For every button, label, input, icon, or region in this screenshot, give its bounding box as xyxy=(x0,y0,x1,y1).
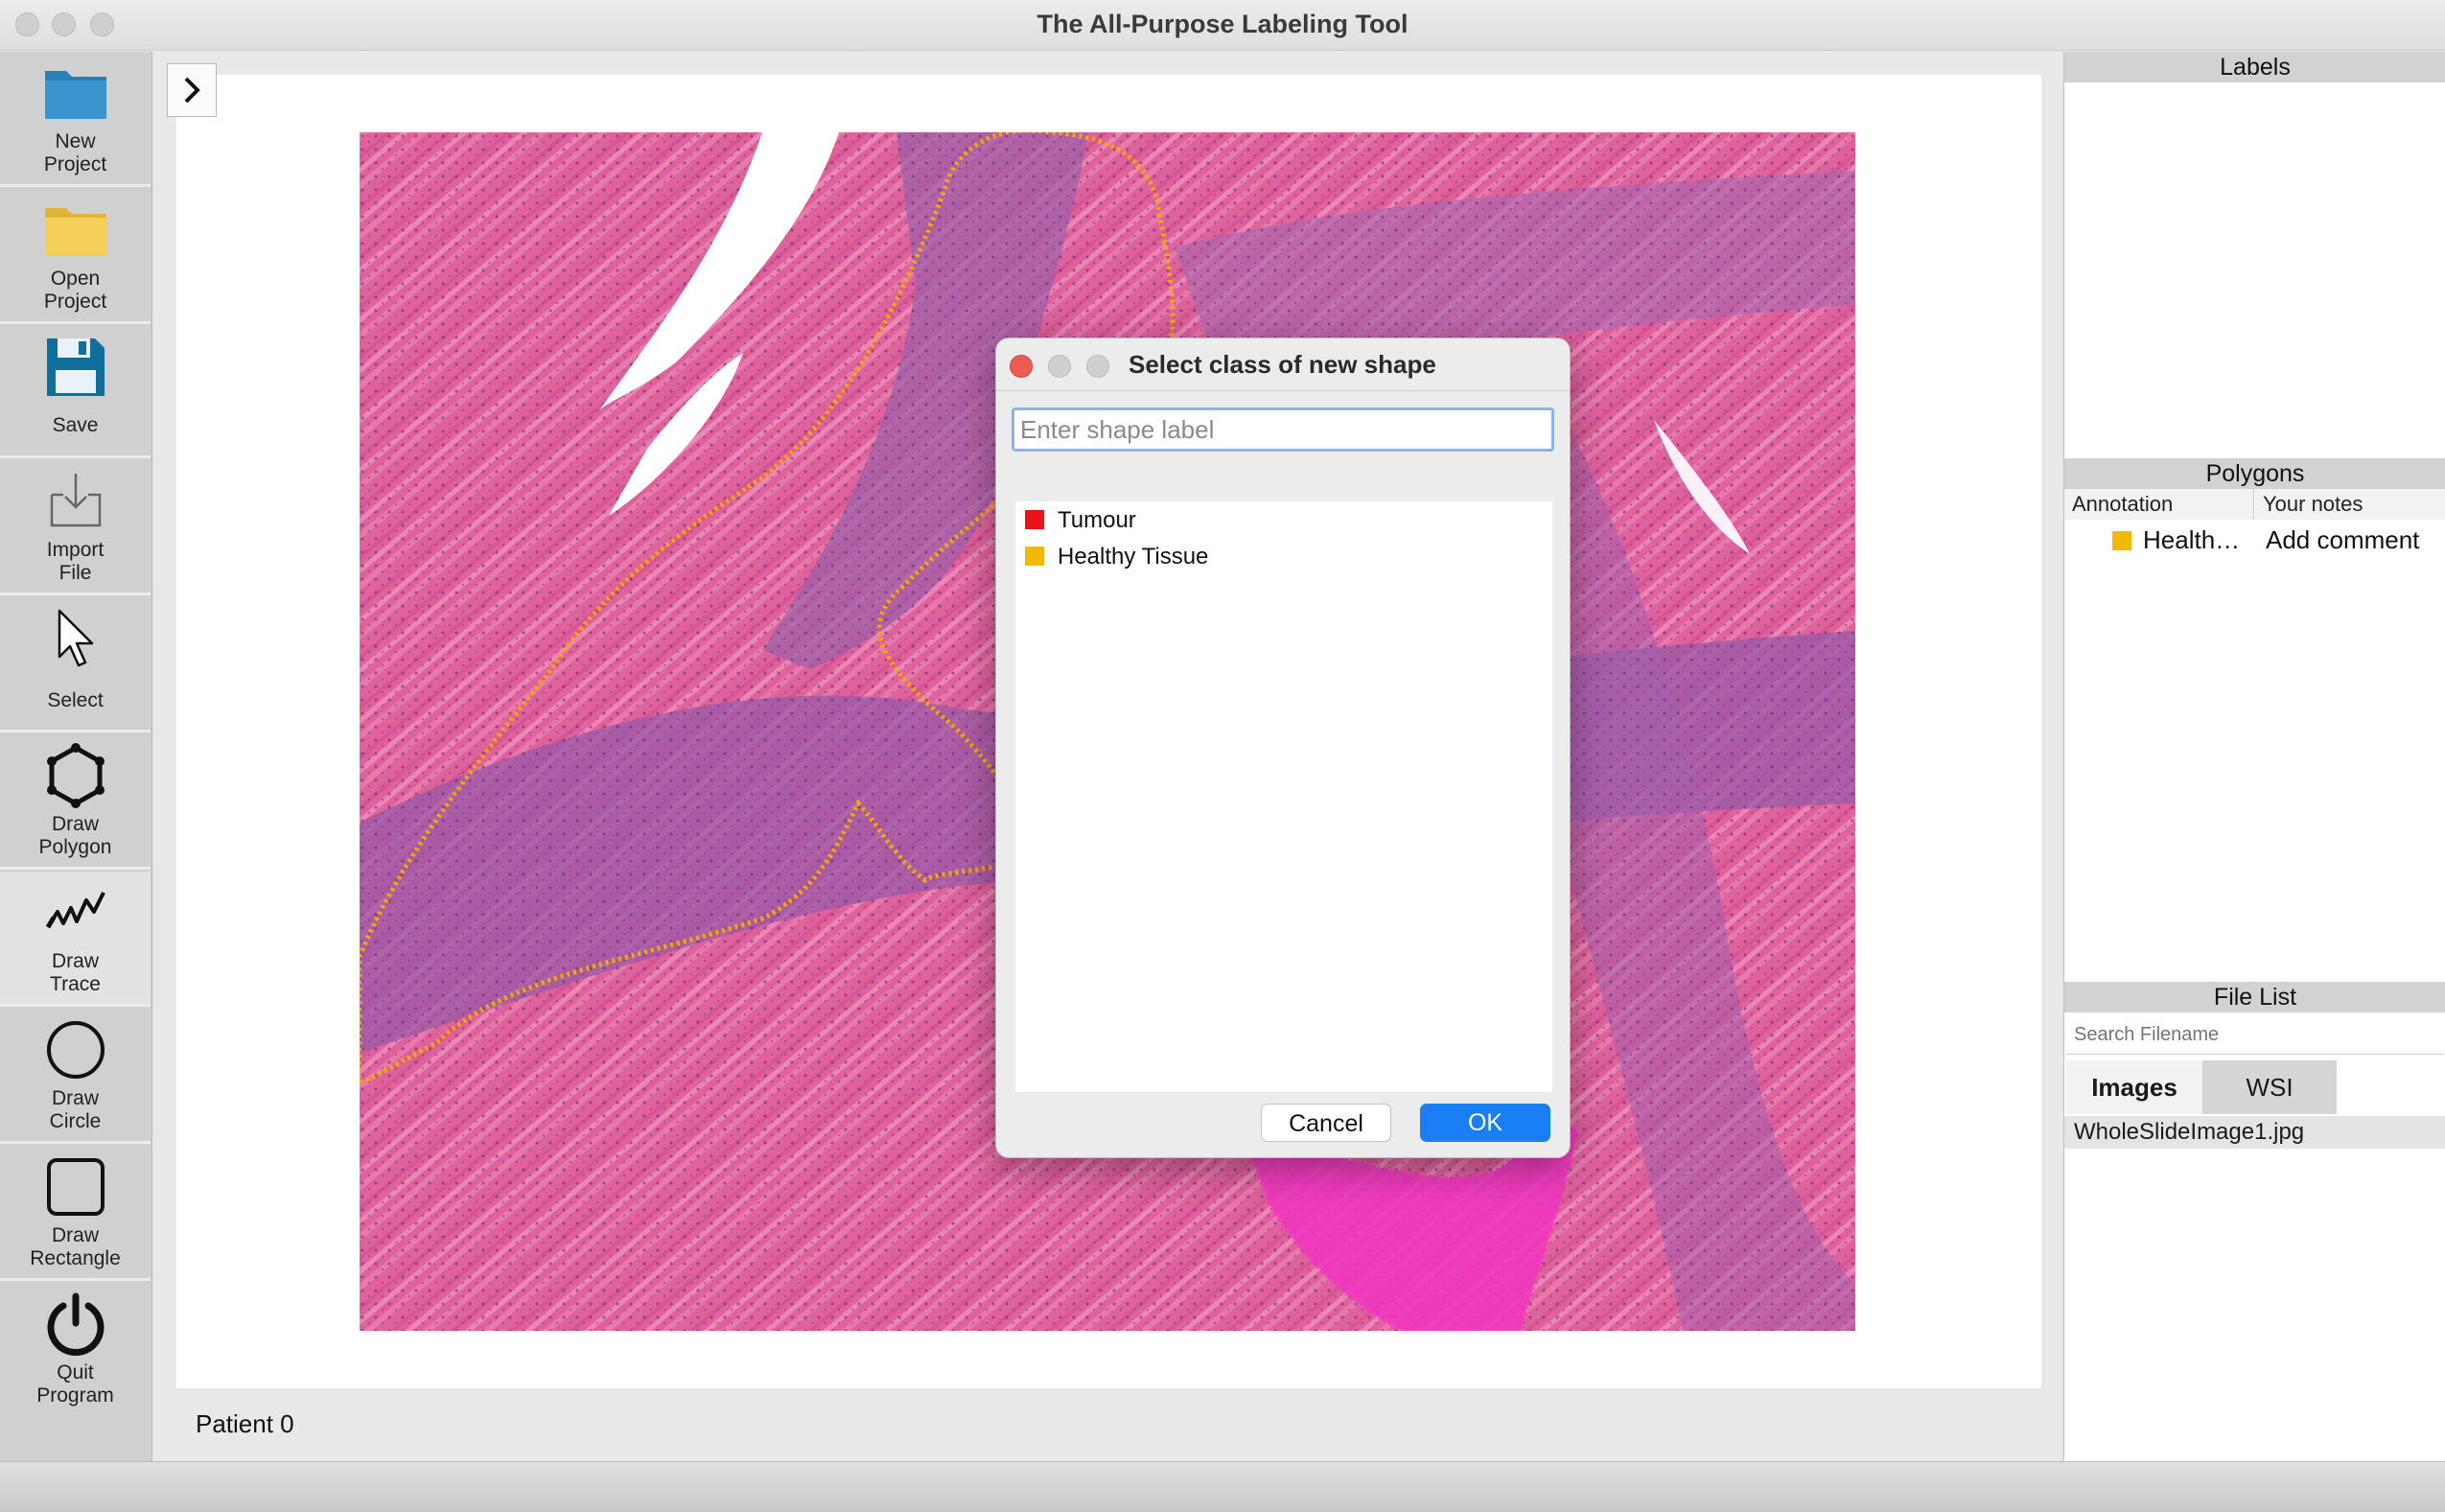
import-file-label: Import File xyxy=(46,539,105,584)
file-list-header: File List xyxy=(2064,982,2445,1012)
notes-column-header[interactable]: Your notes xyxy=(2255,489,2445,520)
window-title: The All-Purpose Labeling Tool xyxy=(1036,10,1409,38)
trace-icon xyxy=(45,892,105,929)
quit-program-label: Quit Program xyxy=(36,1361,114,1407)
select-class-dialog: Select class of new shape Tumour Healthy… xyxy=(995,337,1571,1158)
folder-yellow-icon xyxy=(45,208,106,256)
open-project-button[interactable]: Open Project xyxy=(0,189,151,324)
draw-trace-button[interactable]: Draw Trace xyxy=(0,872,151,1007)
right-panel: Labels Polygons Annotation Your notes He… xyxy=(2063,52,2445,1461)
bottom-bar xyxy=(0,1461,2445,1512)
ok-button[interactable]: OK xyxy=(1420,1104,1550,1142)
import-file-icon xyxy=(50,474,102,527)
draw-polygon-label: Draw Polygon xyxy=(38,813,112,858)
shape-label-input[interactable] xyxy=(1012,407,1554,452)
dialog-title: Select class of new shape xyxy=(1129,350,1436,379)
tumour-color-swatch xyxy=(1025,510,1044,529)
title-bar: The All-Purpose Labeling Tool xyxy=(0,0,2445,51)
dialog-close-button[interactable] xyxy=(1010,355,1033,378)
draw-circle-label: Draw Circle xyxy=(49,1087,102,1132)
cancel-button[interactable]: Cancel xyxy=(1261,1104,1391,1142)
select-label: Select xyxy=(47,689,104,711)
add-comment-cell[interactable]: Add comment xyxy=(2266,525,2419,555)
tab-images[interactable]: Images xyxy=(2066,1060,2202,1114)
annotation-color-swatch xyxy=(2112,531,2131,550)
class-item-label: Healthy Tissue xyxy=(1058,544,1209,570)
dialog-zoom-button[interactable] xyxy=(1086,355,1109,378)
draw-rectangle-label: Draw Rectangle xyxy=(30,1224,121,1269)
toggle-panel-button[interactable] xyxy=(167,63,217,117)
tool-sidebar: New Project Open Project Save Import Fil… xyxy=(0,52,152,1461)
draw-rectangle-button[interactable]: Draw Rectangle xyxy=(0,1146,151,1281)
tab-wsi[interactable]: WSI xyxy=(2202,1060,2337,1114)
class-item-label: Tumour xyxy=(1058,507,1136,533)
class-item-tumour[interactable]: Tumour xyxy=(1025,503,1136,538)
class-list: Tumour Healthy Tissue xyxy=(1015,501,1552,1092)
dialog-title-divider xyxy=(996,390,1570,391)
floppy-disk-icon xyxy=(47,338,105,396)
new-project-label: New Project xyxy=(43,130,107,175)
rectangle-icon xyxy=(47,1158,105,1216)
folder-blue-icon xyxy=(45,71,106,119)
annotation-column-header[interactable]: Annotation xyxy=(2064,489,2254,520)
labels-list[interactable] xyxy=(2064,82,2445,456)
polygon-row[interactable]: Health… Add comment xyxy=(2064,523,2445,558)
import-file-button[interactable]: Import File xyxy=(0,460,151,595)
chevron-right-icon xyxy=(184,77,200,104)
draw-circle-button[interactable]: Draw Circle xyxy=(0,1009,151,1144)
save-label-text: Save xyxy=(52,414,99,436)
open-project-label: Open Project xyxy=(43,268,107,313)
search-filename-input[interactable] xyxy=(2066,1016,2444,1055)
dialog-minimize-button[interactable] xyxy=(1048,355,1071,378)
file-list-item[interactable]: WholeSlideImage1.jpg xyxy=(2064,1116,2445,1149)
save-button[interactable]: Save xyxy=(0,326,151,458)
draw-trace-label: Draw Trace xyxy=(50,950,101,995)
power-icon xyxy=(47,1292,105,1356)
healthy-tissue-color-swatch xyxy=(1025,547,1044,566)
select-tool-button[interactable]: Select xyxy=(0,597,151,733)
draw-polygon-button[interactable]: Draw Polygon xyxy=(0,734,151,870)
cursor-arrow-icon xyxy=(58,609,94,667)
class-item-healthy-tissue[interactable]: Healthy Tissue xyxy=(1025,540,1208,574)
quit-program-button[interactable]: Quit Program xyxy=(0,1283,151,1418)
patient-status-text: Patient 0 xyxy=(196,1409,294,1438)
circle-icon xyxy=(47,1021,105,1079)
polygon-icon xyxy=(47,743,105,808)
new-project-button[interactable]: New Project xyxy=(0,52,151,187)
labels-header: Labels xyxy=(2064,52,2445,82)
polygons-header: Polygons xyxy=(2064,458,2445,489)
annotation-name: Health… xyxy=(2143,525,2241,554)
